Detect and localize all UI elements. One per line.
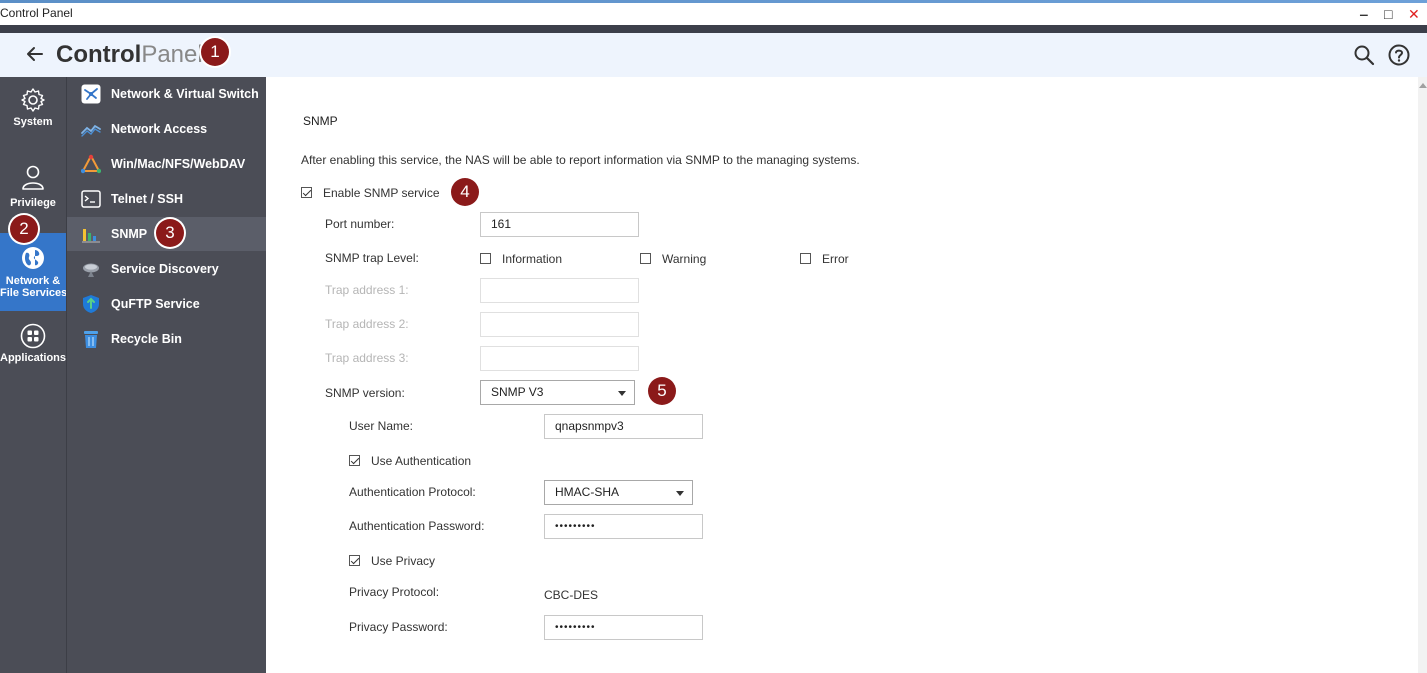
snmp-version-select[interactable]: SNMP V3 bbox=[480, 380, 635, 405]
use-privacy-label: Use Privacy bbox=[371, 554, 436, 568]
window-title: Control Panel bbox=[0, 6, 73, 20]
chevron-down-icon bbox=[618, 391, 626, 396]
user-name-input[interactable]: qnapsnmpv3 bbox=[544, 414, 703, 439]
privacy-password-label: Privacy Password: bbox=[349, 620, 448, 634]
trap-address-1-input[interactable] bbox=[480, 278, 639, 303]
trap-level-label: SNMP trap Level: bbox=[325, 251, 419, 265]
use-privacy-checkbox[interactable] bbox=[349, 555, 360, 566]
terminal-icon bbox=[81, 190, 101, 208]
step-badge-2: 2 bbox=[10, 215, 38, 243]
help-icon[interactable] bbox=[1387, 43, 1411, 67]
auth-protocol-value: HMAC-SHA bbox=[555, 485, 620, 499]
privacy-password-input[interactable]: ••••••••• bbox=[544, 615, 703, 640]
nav-item-label: SNMP bbox=[111, 227, 148, 241]
use-authentication-checkbox[interactable] bbox=[349, 455, 360, 466]
scroll-up-icon[interactable] bbox=[1419, 83, 1427, 88]
trap-address-2-label: Trap address 2: bbox=[325, 317, 409, 331]
app-brand: ControlPanel bbox=[56, 41, 203, 69]
network-switch-icon bbox=[81, 84, 101, 104]
minimize-button[interactable]: ‒ bbox=[1360, 6, 1368, 22]
satellite-dish-icon bbox=[83, 263, 99, 277]
step-badge-4: 4 bbox=[451, 178, 479, 206]
bar-chart-icon bbox=[82, 229, 100, 243]
step-badge-5: 5 bbox=[648, 377, 676, 405]
nav-item-label: Win/Mac/NFS/WebDAV bbox=[111, 157, 246, 171]
nav-item-telnet-ssh[interactable]: Telnet / SSH bbox=[67, 182, 267, 216]
gear-icon bbox=[21, 88, 45, 112]
nav-item-label: Network Access bbox=[111, 122, 208, 136]
step-badge-3: 3 bbox=[156, 219, 184, 247]
globe-icon bbox=[22, 247, 44, 269]
maximize-button[interactable]: □ bbox=[1384, 6, 1392, 22]
rail-label-line2: File Services bbox=[0, 287, 68, 299]
trash-icon bbox=[84, 331, 98, 348]
trap-error-checkbox[interactable] bbox=[800, 253, 811, 264]
trap-address-1-label: Trap address 1: bbox=[325, 283, 409, 297]
nav-item-quftp-service[interactable]: QuFTP Service bbox=[67, 287, 267, 321]
nav-item-label: Service Discovery bbox=[111, 262, 219, 276]
rail-label-line1: Network & bbox=[5, 275, 61, 287]
section-title: SNMP bbox=[303, 114, 338, 128]
user-name-label: User Name: bbox=[349, 419, 414, 433]
port-number-label: Port number: bbox=[325, 217, 395, 231]
search-icon[interactable] bbox=[1352, 43, 1376, 67]
nav-item-network-access[interactable]: Network Access bbox=[67, 112, 267, 146]
privacy-protocol-label: Privacy Protocol: bbox=[349, 585, 440, 599]
enable-snmp-checkbox[interactable] bbox=[301, 187, 312, 198]
section-description: After enabling this service, the NAS wil… bbox=[301, 153, 860, 167]
category-rail: System Privilege Network & File Services… bbox=[0, 77, 68, 673]
nav-item-label: Telnet / SSH bbox=[111, 192, 184, 206]
user-icon bbox=[22, 165, 44, 190]
nav-item-label: QuFTP Service bbox=[111, 297, 200, 311]
trap-error-label: Error bbox=[822, 252, 849, 266]
nav-item-network-virtual-switch[interactable]: Network & Virtual Switch bbox=[67, 77, 267, 111]
step-badge-1: 1 bbox=[201, 38, 229, 66]
arrow-left-icon[interactable] bbox=[22, 41, 48, 67]
trap-address-3-input[interactable] bbox=[480, 346, 639, 371]
window-divider bbox=[0, 25, 1427, 33]
trap-information-checkbox[interactable] bbox=[480, 253, 491, 264]
rail-item-privilege[interactable]: Privilege bbox=[0, 163, 66, 223]
rail-item-network-file-services[interactable]: Network & File Services bbox=[0, 233, 68, 311]
auth-protocol-select[interactable]: HMAC-SHA bbox=[544, 480, 693, 505]
snmp-settings-panel: SNMP After enabling this service, the NA… bbox=[266, 77, 1416, 673]
auth-password-label: Authentication Password: bbox=[349, 519, 485, 533]
file-protocols-icon bbox=[81, 154, 101, 174]
nav-item-label: Recycle Bin bbox=[111, 332, 182, 346]
use-authentication-label: Use Authentication bbox=[371, 454, 472, 468]
ftp-icon bbox=[83, 295, 99, 313]
brand-light: Panel bbox=[141, 41, 203, 68]
nav-item-label: Network & Virtual Switch bbox=[111, 87, 259, 101]
vertical-scrollbar[interactable] bbox=[1418, 77, 1427, 673]
trap-warning-label: Warning bbox=[662, 252, 707, 266]
subcategory-nav: Network & Virtual Switch Network Access … bbox=[66, 77, 267, 673]
rail-label: System bbox=[13, 116, 53, 128]
nav-item-service-discovery[interactable]: Service Discovery bbox=[67, 252, 267, 286]
privacy-protocol-value: CBC-DES bbox=[544, 588, 599, 602]
snmp-version-value: SNMP V3 bbox=[491, 385, 544, 399]
window-titlebar: Control Panel ‒ □ ✕ bbox=[0, 3, 1427, 25]
enable-snmp-label: Enable SNMP service bbox=[323, 186, 440, 200]
auth-protocol-label: Authentication Protocol: bbox=[349, 485, 476, 499]
trap-address-3-label: Trap address 3: bbox=[325, 351, 409, 365]
rail-item-system[interactable]: System bbox=[0, 87, 66, 147]
rail-item-applications[interactable]: Applications bbox=[0, 323, 66, 371]
close-button[interactable]: ✕ bbox=[1408, 6, 1420, 22]
chevron-down-icon bbox=[676, 491, 684, 496]
auth-password-input[interactable]: ••••••••• bbox=[544, 514, 703, 539]
port-number-input[interactable]: 161 bbox=[480, 212, 639, 237]
trap-address-2-input[interactable] bbox=[480, 312, 639, 337]
snmp-version-label: SNMP version: bbox=[325, 386, 405, 400]
apps-icon bbox=[20, 323, 46, 349]
trap-warning-checkbox[interactable] bbox=[640, 253, 651, 264]
nav-item-recycle-bin[interactable]: Recycle Bin bbox=[67, 322, 267, 356]
network-access-icon bbox=[81, 124, 101, 137]
rail-label: Privilege bbox=[10, 197, 56, 209]
rail-label: Applications bbox=[0, 352, 67, 364]
nav-item-win-mac-nfs-webdav[interactable]: Win/Mac/NFS/WebDAV bbox=[67, 147, 267, 181]
trap-information-label: Information bbox=[502, 252, 563, 266]
brand-bold: Control bbox=[56, 41, 142, 68]
